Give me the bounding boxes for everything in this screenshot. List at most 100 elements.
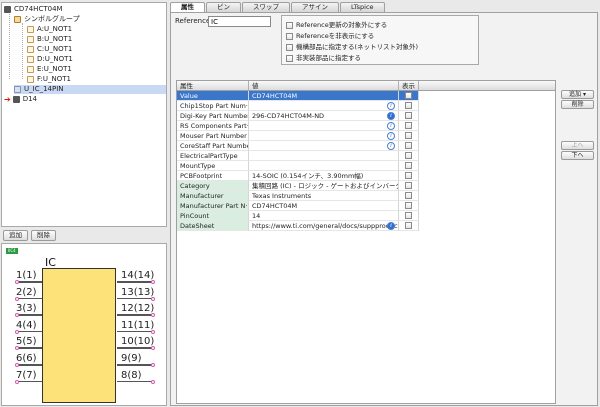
attribute-name-cell[interactable]: RS Components Part··· — [177, 121, 249, 131]
tree-item-symbol[interactable]: D:U_NOT1 — [27, 55, 73, 64]
attribute-name-cell[interactable]: Category — [177, 181, 249, 191]
table-row[interactable]: CoreStaff Part Number i — [177, 141, 555, 151]
display-checkbox[interactable] — [405, 152, 412, 159]
table-row[interactable]: Digi-Key Part Number 296-CD74HCT04M-ND i — [177, 111, 555, 121]
attribute-value-cell[interactable]: i — [249, 121, 399, 131]
display-checkbox[interactable] — [405, 102, 412, 109]
table-row[interactable]: Chip1Stop Part Num··· i — [177, 101, 555, 111]
tree-item-symbol[interactable]: F:U_NOT1 — [27, 75, 71, 84]
attribute-name-cell[interactable]: Value — [177, 91, 249, 101]
attribute-value-cell[interactable]: https://www.ti.com/general/docs/suppprod… — [249, 221, 399, 231]
option-mechanical-part[interactable]: 機構部品に指定する(ネットリスト対象外) — [286, 42, 418, 52]
display-checkbox[interactable] — [405, 172, 412, 179]
display-checkbox[interactable] — [405, 162, 412, 169]
display-checkbox[interactable] — [405, 112, 412, 119]
table-row[interactable]: RS Components Part··· i — [177, 121, 555, 131]
option-label: 非実装部品に指定する — [296, 54, 361, 62]
info-icon[interactable]: i — [387, 122, 395, 130]
tree-item-root[interactable]: CD74HCT04M — [4, 5, 63, 14]
column-header-attribute[interactable]: 属性 — [177, 81, 249, 91]
attribute-value-cell[interactable] — [249, 151, 399, 161]
table-row[interactable]: PCBFootprint 14-SOIC (0.154インチ、3.90mm幅) — [177, 171, 555, 181]
tree-item-symbol[interactable]: E:U_NOT1 — [27, 65, 72, 74]
option-not-mounted[interactable]: 非実装部品に指定する — [286, 53, 361, 63]
table-row[interactable]: Mouser Part Number i — [177, 131, 555, 141]
delete-button[interactable]: 削除 — [31, 230, 56, 241]
info-icon[interactable]: i — [387, 132, 395, 140]
delete-attribute-button[interactable]: 削除 — [561, 100, 594, 109]
table-row[interactable]: Manufacturer Part N··· CD74HCT04M — [177, 201, 555, 211]
display-checkbox[interactable] — [405, 222, 412, 229]
display-checkbox[interactable] — [405, 192, 412, 199]
attribute-value-cell[interactable]: CD74HCT04M — [249, 201, 399, 211]
option-label: Reference更新の対象外にする — [296, 21, 388, 29]
table-row[interactable]: Manufacturer Texas Instruments — [177, 191, 555, 201]
display-checkbox[interactable] — [405, 92, 412, 99]
display-checkbox[interactable] — [405, 132, 412, 139]
checkbox[interactable] — [286, 43, 293, 51]
attribute-name-cell[interactable]: Manufacturer Part N··· — [177, 201, 249, 211]
option-hide-reference[interactable]: Referenceを非表示にする — [286, 31, 374, 41]
table-row[interactable]: MountType — [177, 161, 555, 171]
display-checkbox[interactable] — [405, 202, 412, 209]
tree-item-symbol[interactable]: B:U_NOT1 — [27, 35, 72, 44]
display-cell — [399, 141, 419, 151]
attribute-name-cell[interactable]: MountType — [177, 161, 249, 171]
display-checkbox[interactable] — [405, 212, 412, 219]
move-up-button[interactable]: 上へ — [561, 141, 594, 150]
attribute-value-cell[interactable]: 14-SOIC (0.154インチ、3.90mm幅) — [249, 171, 399, 181]
attribute-grid[interactable]: 属性 値 表示 Value CD74HCT04M Chip1Stop Part Nu… — [176, 80, 556, 404]
component-tree[interactable]: CD74HCT04M シンボルグループ A:U_NOT1 B:U_NOT1 C:… — [1, 2, 167, 227]
table-row[interactable]: ElectricalPartType — [177, 151, 555, 161]
option-exclude-reference-update[interactable]: Reference更新の対象外にする — [286, 20, 387, 30]
tree-item-other[interactable]: ➔ D14 — [4, 95, 37, 104]
tab-assign[interactable]: アサイン — [291, 2, 339, 12]
attribute-value-cell[interactable]: 296-CD74HCT04M-ND i — [249, 111, 399, 121]
column-header-value[interactable]: 値 — [249, 81, 399, 91]
info-icon[interactable]: i — [387, 102, 395, 110]
tab-attributes[interactable]: 属性 — [170, 2, 205, 12]
info-icon[interactable]: i — [387, 112, 395, 120]
add-attribute-button[interactable]: 追加 ▾ — [561, 90, 594, 99]
checkbox[interactable] — [286, 32, 293, 40]
attribute-name-cell[interactable]: PinCount — [177, 211, 249, 221]
tree-item-symbol[interactable]: A:U_NOT1 — [27, 25, 72, 34]
attribute-value-cell[interactable]: i — [249, 101, 399, 111]
attribute-name-cell[interactable]: ElectricalPartType — [177, 151, 249, 161]
tree-item-symbol[interactable]: C:U_NOT1 — [27, 45, 72, 54]
attribute-value-cell[interactable]: i — [249, 141, 399, 151]
reference-input[interactable] — [208, 16, 271, 27]
tab-ltspice[interactable]: LTspice — [340, 2, 385, 12]
attribute-value-cell[interactable]: 集積回路 (IC) - ロジック - ゲートおよびインバータ — [249, 181, 399, 191]
attribute-name-cell[interactable]: PCBFootprint — [177, 171, 249, 181]
info-icon[interactable]: i — [387, 142, 395, 150]
attribute-name-cell[interactable]: Digi-Key Part Number — [177, 111, 249, 121]
attribute-name-cell[interactable]: Chip1Stop Part Num··· — [177, 101, 249, 111]
column-header-display[interactable]: 表示 — [399, 81, 419, 91]
move-down-button[interactable]: 下へ — [561, 151, 594, 160]
attribute-name-cell[interactable]: Manufacturer — [177, 191, 249, 201]
attribute-value-cell[interactable]: i — [249, 131, 399, 141]
table-row[interactable]: Category 集積回路 (IC) - ロジック - ゲートおよびインバータ — [177, 181, 555, 191]
table-row[interactable]: PinCount 14 — [177, 211, 555, 221]
attribute-value-cell[interactable]: 14 — [249, 211, 399, 221]
display-checkbox[interactable] — [405, 142, 412, 149]
attribute-name-cell[interactable]: CoreStaff Part Number — [177, 141, 249, 151]
tree-item-group[interactable]: シンボルグループ — [14, 15, 80, 24]
attribute-name-cell[interactable]: Mouser Part Number — [177, 131, 249, 141]
attribute-value-cell[interactable] — [249, 161, 399, 171]
attribute-value-cell[interactable]: CD74HCT04M — [249, 91, 399, 101]
display-checkbox[interactable] — [405, 122, 412, 129]
display-checkbox[interactable] — [405, 182, 412, 189]
add-button[interactable]: 追加 — [3, 230, 28, 241]
attribute-name-cell[interactable]: DateSheet — [177, 221, 249, 231]
info-icon[interactable]: i — [387, 222, 395, 230]
tab-pins[interactable]: ピン — [206, 2, 241, 12]
tab-swap[interactable]: スワップ — [242, 2, 290, 12]
table-row[interactable]: Value CD74HCT04M — [177, 91, 555, 101]
checkbox[interactable] — [286, 21, 293, 29]
tree-item-component[interactable]: U_IC_14PIN — [14, 85, 166, 94]
checkbox[interactable] — [286, 54, 293, 62]
attribute-value-cell[interactable]: Texas Instruments — [249, 191, 399, 201]
table-row[interactable]: DateSheet https://www.ti.com/general/docs… — [177, 221, 555, 231]
